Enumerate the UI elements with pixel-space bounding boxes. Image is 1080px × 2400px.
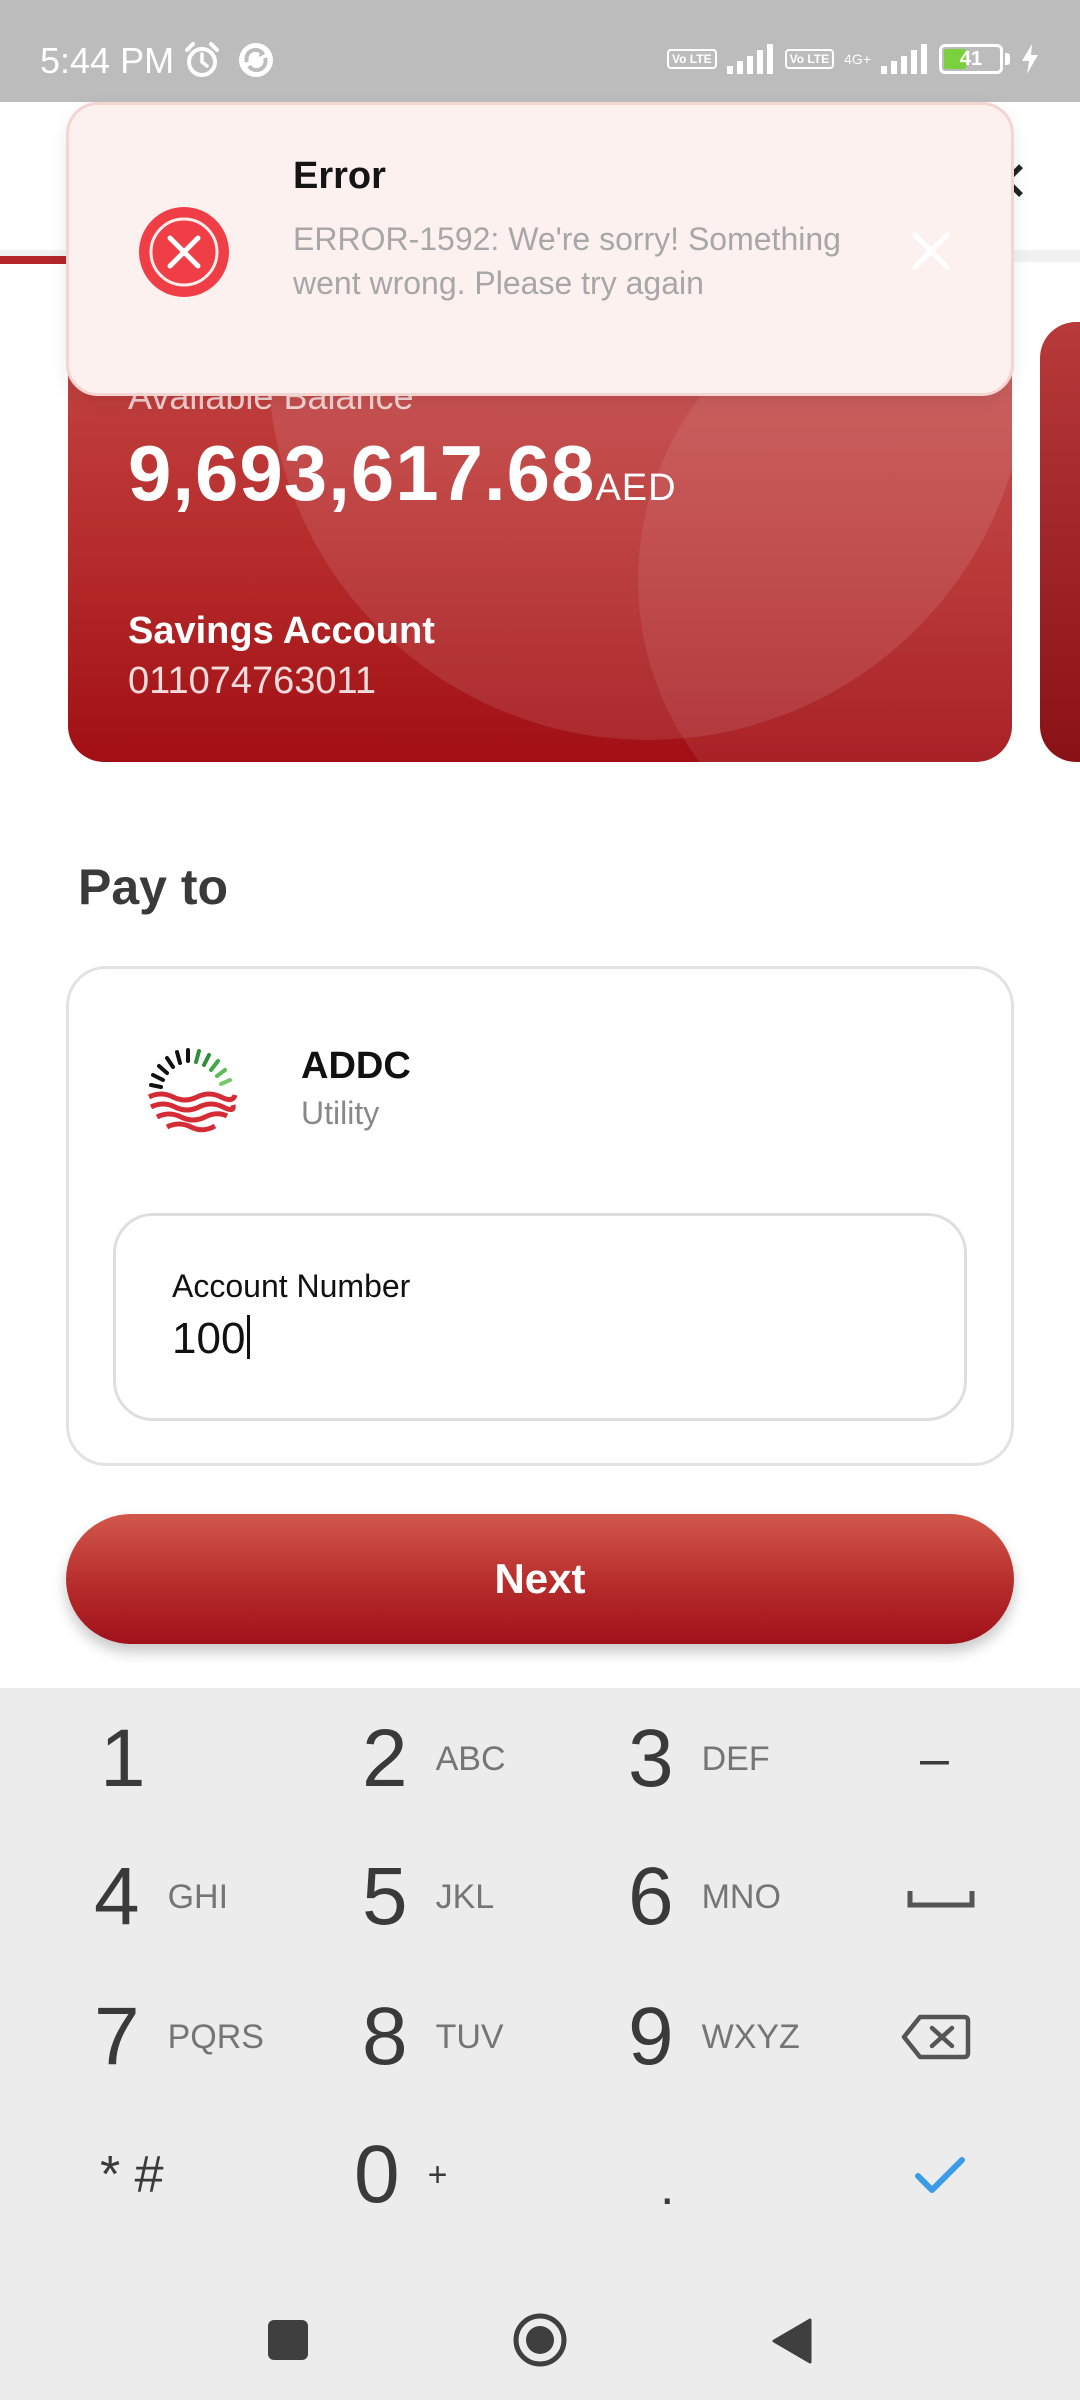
- key-letters: ABC: [435, 1739, 506, 1778]
- key-digit: –: [920, 1730, 949, 1788]
- key-letters: +: [427, 2155, 448, 2194]
- key-8[interactable]: 8 TUV: [362, 1970, 612, 2104]
- numeric-keyboard: 1 2 ABC 3 DEF – 4 GHI 5 JKL 6 MNO 7 PQRS 8 TUV …: [0, 1688, 1080, 2296]
- addc-logo-icon: [147, 1048, 238, 1133]
- key-digit: 4: [94, 1851, 140, 1942]
- key-digit: 7: [94, 1991, 140, 2082]
- battery-icon: 41: [939, 44, 1003, 74]
- key-digit: * #: [100, 2146, 164, 2204]
- key-9[interactable]: 9 WXYZ: [628, 1970, 878, 2104]
- account-number-input[interactable]: 100: [172, 1314, 251, 1364]
- space-icon: [907, 1891, 975, 1908]
- battery-cap: [1005, 53, 1010, 65]
- key-6[interactable]: 6 MNO: [628, 1830, 878, 1964]
- key-0[interactable]: 0 +: [354, 2108, 604, 2242]
- key-letters: GHI: [167, 1877, 229, 1916]
- error-x-glyph: [149, 217, 219, 287]
- toast-title: Error: [293, 155, 386, 197]
- key-done[interactable]: [910, 2108, 1080, 2242]
- key-1[interactable]: 1: [100, 1692, 350, 1826]
- key-letters: PQRS: [167, 2017, 264, 2056]
- signal-icon-2: [881, 44, 927, 74]
- key-backspace[interactable]: [900, 1970, 1080, 2104]
- key-digit: 9: [628, 1991, 674, 2082]
- toast-message: ERROR-1592: We're sorry! Something went …: [293, 221, 841, 301]
- toast-close-icon[interactable]: [903, 223, 959, 279]
- key-dot[interactable]: .: [660, 2120, 910, 2254]
- key-digit: 5: [362, 1851, 408, 1942]
- payee-card: ADDC Utility Account Number 100: [66, 966, 1014, 1466]
- key-4[interactable]: 4 GHI: [94, 1830, 344, 1964]
- key-digit: 2: [362, 1713, 408, 1804]
- key-digit: 6: [628, 1851, 674, 1942]
- balance-amount: 9,693,617.68AED: [128, 428, 677, 519]
- backspace-icon: [901, 2014, 971, 2060]
- home-circle-icon[interactable]: [512, 2312, 568, 2368]
- key-letters: DEF: [701, 1739, 770, 1778]
- payee-name: ADDC: [301, 1045, 411, 1087]
- key-star-hash[interactable]: * #: [100, 2108, 350, 2242]
- key-digit: .: [660, 2158, 675, 2216]
- navigation-bar: [0, 2296, 1080, 2400]
- done-check-icon: [915, 2157, 965, 2193]
- sync-icon: [239, 43, 273, 77]
- key-space[interactable]: [900, 1830, 1080, 1964]
- alarm-icon: [185, 42, 219, 77]
- charging-icon: [1022, 44, 1038, 74]
- balance-value: 9,693,617.68: [128, 429, 596, 517]
- status-bar: 5:44 PM Vo LTE Vo LTE 4G+ 41: [0, 0, 1080, 102]
- volte-badge: Vo LTE: [667, 49, 717, 69]
- key-digit: 8: [362, 1991, 408, 2082]
- key-digit: 3: [628, 1713, 674, 1804]
- status-left-icons: [182, 40, 276, 80]
- key-letters: MNO: [701, 1877, 781, 1916]
- volte-badge-2: Vo LTE: [784, 49, 835, 69]
- status-right-icons: Vo LTE Vo LTE 4G+ 41: [667, 44, 1040, 74]
- payee-category: Utility: [301, 1095, 380, 1131]
- account-number-value: 100: [172, 1314, 246, 1363]
- key-2[interactable]: 2 ABC: [362, 1692, 612, 1826]
- error-toast: Error ERROR-1592: We're sorry! Something…: [66, 102, 1014, 396]
- next-button[interactable]: Next: [66, 1514, 1014, 1644]
- recents-square-icon[interactable]: [266, 2318, 310, 2362]
- key-3[interactable]: 3 DEF: [628, 1692, 878, 1826]
- error-icon: [139, 207, 229, 297]
- network-type: 4G+: [844, 51, 871, 67]
- battery-level: 41: [959, 48, 983, 70]
- key-digit: 1: [100, 1713, 146, 1804]
- key-letters: JKL: [435, 1877, 495, 1916]
- text-caret: [247, 1315, 251, 1359]
- key-digit: 0: [354, 2129, 400, 2220]
- back-triangle-icon[interactable]: [770, 2316, 814, 2366]
- key-5[interactable]: 5 JKL: [362, 1830, 612, 1964]
- next-account-card-peek[interactable]: [1040, 322, 1080, 762]
- status-time: 5:44 PM: [40, 40, 175, 81]
- key-dash[interactable]: –: [920, 1692, 1080, 1826]
- account-number-label: Account Number: [172, 1268, 411, 1304]
- account-number-field[interactable]: Account Number 100: [113, 1213, 967, 1421]
- key-letters: TUV: [435, 2017, 504, 2056]
- pay-to-title: Pay to: [78, 859, 229, 915]
- balance-currency: AED: [595, 467, 677, 509]
- signal-icon: [726, 44, 773, 74]
- account-number: 011074763011: [128, 660, 376, 702]
- key-letters: WXYZ: [701, 2017, 800, 2056]
- account-type: Savings Account: [128, 610, 435, 652]
- key-7[interactable]: 7 PQRS: [94, 1970, 344, 2104]
